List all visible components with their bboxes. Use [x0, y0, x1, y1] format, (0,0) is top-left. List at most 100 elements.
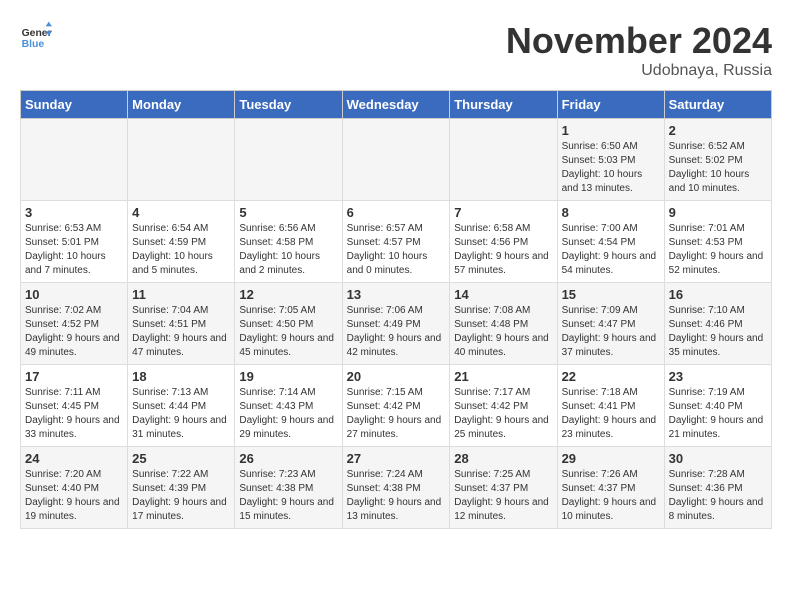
weekday-header: Sunday	[21, 91, 128, 119]
day-number: 17	[25, 369, 123, 384]
calendar-cell: 3 Sunrise: 6:53 AM Sunset: 5:01 PM Daylig…	[21, 201, 128, 283]
day-number: 4	[132, 205, 230, 220]
day-number: 24	[25, 451, 123, 466]
calendar-cell: 25 Sunrise: 7:22 AM Sunset: 4:39 PM Dayli…	[128, 447, 235, 529]
day-number: 19	[239, 369, 337, 384]
day-info: Sunrise: 7:22 AM Sunset: 4:39 PM Dayligh…	[132, 468, 230, 524]
calendar-cell: 1 Sunrise: 6:50 AM Sunset: 5:03 PM Daylig…	[557, 119, 664, 201]
day-info: Sunrise: 7:06 AM Sunset: 4:49 PM Dayligh…	[347, 304, 446, 360]
calendar-cell: 21 Sunrise: 7:17 AM Sunset: 4:42 PM Dayli…	[450, 365, 557, 447]
day-info: Sunrise: 7:05 AM Sunset: 4:50 PM Dayligh…	[239, 304, 337, 360]
logo-icon: General Blue	[20, 20, 52, 52]
calendar-cell: 27 Sunrise: 7:24 AM Sunset: 4:38 PM Dayli…	[342, 447, 450, 529]
day-info: Sunrise: 6:52 AM Sunset: 5:02 PM Dayligh…	[669, 140, 767, 196]
weekday-header-row: SundayMondayTuesdayWednesdayThursdayFrid…	[21, 91, 772, 119]
day-number: 14	[454, 287, 552, 302]
day-number: 3	[25, 205, 123, 220]
calendar-week-row: 17Sunrise: 7:11 AM Sunset: 4:45 PM Dayli…	[21, 365, 772, 447]
day-number: 2	[669, 123, 767, 138]
calendar-cell: 16Sunrise: 7:10 AM Sunset: 4:46 PM Dayli…	[664, 283, 771, 365]
day-info: Sunrise: 7:08 AM Sunset: 4:48 PM Dayligh…	[454, 304, 552, 360]
day-info: Sunrise: 6:58 AM Sunset: 4:56 PM Dayligh…	[454, 222, 552, 278]
calendar-cell: 26 Sunrise: 7:23 AM Sunset: 4:38 PM Dayli…	[235, 447, 342, 529]
calendar-week-row: 1 Sunrise: 6:50 AM Sunset: 5:03 PM Daylig…	[21, 119, 772, 201]
day-number: 22	[562, 369, 660, 384]
day-info: Sunrise: 6:53 AM Sunset: 5:01 PM Dayligh…	[25, 222, 123, 278]
weekday-header: Monday	[128, 91, 235, 119]
location: Udobnaya, Russia	[506, 62, 772, 80]
day-info: Sunrise: 7:23 AM Sunset: 4:38 PM Dayligh…	[239, 468, 337, 524]
day-number: 28	[454, 451, 552, 466]
day-info: Sunrise: 7:24 AM Sunset: 4:38 PM Dayligh…	[347, 468, 446, 524]
day-info: Sunrise: 7:09 AM Sunset: 4:47 PM Dayligh…	[562, 304, 660, 360]
day-number: 8	[562, 205, 660, 220]
day-info: Sunrise: 6:57 AM Sunset: 4:57 PM Dayligh…	[347, 222, 446, 278]
day-number: 6	[347, 205, 446, 220]
calendar-table: SundayMondayTuesdayWednesdayThursdayFrid…	[20, 90, 772, 529]
day-info: Sunrise: 7:25 AM Sunset: 4:37 PM Dayligh…	[454, 468, 552, 524]
calendar-cell	[450, 119, 557, 201]
day-number: 25	[132, 451, 230, 466]
day-info: Sunrise: 7:26 AM Sunset: 4:37 PM Dayligh…	[562, 468, 660, 524]
day-info: Sunrise: 6:56 AM Sunset: 4:58 PM Dayligh…	[239, 222, 337, 278]
svg-text:Blue: Blue	[22, 39, 45, 50]
calendar-cell: 8 Sunrise: 7:00 AM Sunset: 4:54 PM Daylig…	[557, 201, 664, 283]
weekday-header: Wednesday	[342, 91, 450, 119]
calendar-cell: 17Sunrise: 7:11 AM Sunset: 4:45 PM Dayli…	[21, 365, 128, 447]
calendar-cell: 13 Sunrise: 7:06 AM Sunset: 4:49 PM Dayli…	[342, 283, 450, 365]
calendar-week-row: 24 Sunrise: 7:20 AM Sunset: 4:40 PM Dayli…	[21, 447, 772, 529]
calendar-week-row: 10 Sunrise: 7:02 AM Sunset: 4:52 PM Dayli…	[21, 283, 772, 365]
day-number: 5	[239, 205, 337, 220]
day-number: 9	[669, 205, 767, 220]
calendar-cell: 7 Sunrise: 6:58 AM Sunset: 4:56 PM Daylig…	[450, 201, 557, 283]
calendar-cell: 19 Sunrise: 7:14 AM Sunset: 4:43 PM Dayli…	[235, 365, 342, 447]
calendar-week-row: 3 Sunrise: 6:53 AM Sunset: 5:01 PM Daylig…	[21, 201, 772, 283]
day-info: Sunrise: 7:19 AM Sunset: 4:40 PM Dayligh…	[669, 386, 767, 442]
calendar-cell: 5 Sunrise: 6:56 AM Sunset: 4:58 PM Daylig…	[235, 201, 342, 283]
logo: General Blue	[20, 20, 52, 52]
calendar-cell	[235, 119, 342, 201]
weekday-header: Thursday	[450, 91, 557, 119]
day-number: 27	[347, 451, 446, 466]
calendar-cell: 4Sunrise: 6:54 AM Sunset: 4:59 PM Daylig…	[128, 201, 235, 283]
day-number: 7	[454, 205, 552, 220]
calendar-cell: 28 Sunrise: 7:25 AM Sunset: 4:37 PM Dayli…	[450, 447, 557, 529]
day-number: 30	[669, 451, 767, 466]
title-block: November 2024 Udobnaya, Russia	[506, 20, 772, 80]
day-number: 1	[562, 123, 660, 138]
calendar-cell: 30Sunrise: 7:28 AM Sunset: 4:36 PM Dayli…	[664, 447, 771, 529]
day-info: Sunrise: 7:10 AM Sunset: 4:46 PM Dayligh…	[669, 304, 767, 360]
calendar-cell: 15 Sunrise: 7:09 AM Sunset: 4:47 PM Dayli…	[557, 283, 664, 365]
calendar-cell: 11 Sunrise: 7:04 AM Sunset: 4:51 PM Dayli…	[128, 283, 235, 365]
weekday-header: Tuesday	[235, 91, 342, 119]
day-number: 10	[25, 287, 123, 302]
day-info: Sunrise: 7:17 AM Sunset: 4:42 PM Dayligh…	[454, 386, 552, 442]
day-number: 11	[132, 287, 230, 302]
calendar-cell: 12Sunrise: 7:05 AM Sunset: 4:50 PM Dayli…	[235, 283, 342, 365]
calendar-cell: 29Sunrise: 7:26 AM Sunset: 4:37 PM Dayli…	[557, 447, 664, 529]
day-number: 26	[239, 451, 337, 466]
calendar-cell: 9Sunrise: 7:01 AM Sunset: 4:53 PM Daylig…	[664, 201, 771, 283]
day-info: Sunrise: 7:14 AM Sunset: 4:43 PM Dayligh…	[239, 386, 337, 442]
day-number: 20	[347, 369, 446, 384]
day-info: Sunrise: 7:15 AM Sunset: 4:42 PM Dayligh…	[347, 386, 446, 442]
weekday-header: Friday	[557, 91, 664, 119]
day-info: Sunrise: 6:50 AM Sunset: 5:03 PM Dayligh…	[562, 140, 660, 196]
calendar-cell: 14 Sunrise: 7:08 AM Sunset: 4:48 PM Dayli…	[450, 283, 557, 365]
calendar-cell: 18Sunrise: 7:13 AM Sunset: 4:44 PM Dayli…	[128, 365, 235, 447]
day-info: Sunrise: 7:20 AM Sunset: 4:40 PM Dayligh…	[25, 468, 123, 524]
weekday-header: Saturday	[664, 91, 771, 119]
page-header: General Blue November 2024 Udobnaya, Rus…	[20, 20, 772, 80]
day-info: Sunrise: 7:02 AM Sunset: 4:52 PM Dayligh…	[25, 304, 123, 360]
calendar-cell: 10 Sunrise: 7:02 AM Sunset: 4:52 PM Dayli…	[21, 283, 128, 365]
day-info: Sunrise: 7:04 AM Sunset: 4:51 PM Dayligh…	[132, 304, 230, 360]
calendar-cell: 24 Sunrise: 7:20 AM Sunset: 4:40 PM Dayli…	[21, 447, 128, 529]
day-info: Sunrise: 7:00 AM Sunset: 4:54 PM Dayligh…	[562, 222, 660, 278]
day-info: Sunrise: 7:18 AM Sunset: 4:41 PM Dayligh…	[562, 386, 660, 442]
day-number: 21	[454, 369, 552, 384]
calendar-cell	[21, 119, 128, 201]
calendar-cell: 20 Sunrise: 7:15 AM Sunset: 4:42 PM Dayli…	[342, 365, 450, 447]
day-number: 13	[347, 287, 446, 302]
calendar-cell: 2 Sunrise: 6:52 AM Sunset: 5:02 PM Daylig…	[664, 119, 771, 201]
day-number: 15	[562, 287, 660, 302]
